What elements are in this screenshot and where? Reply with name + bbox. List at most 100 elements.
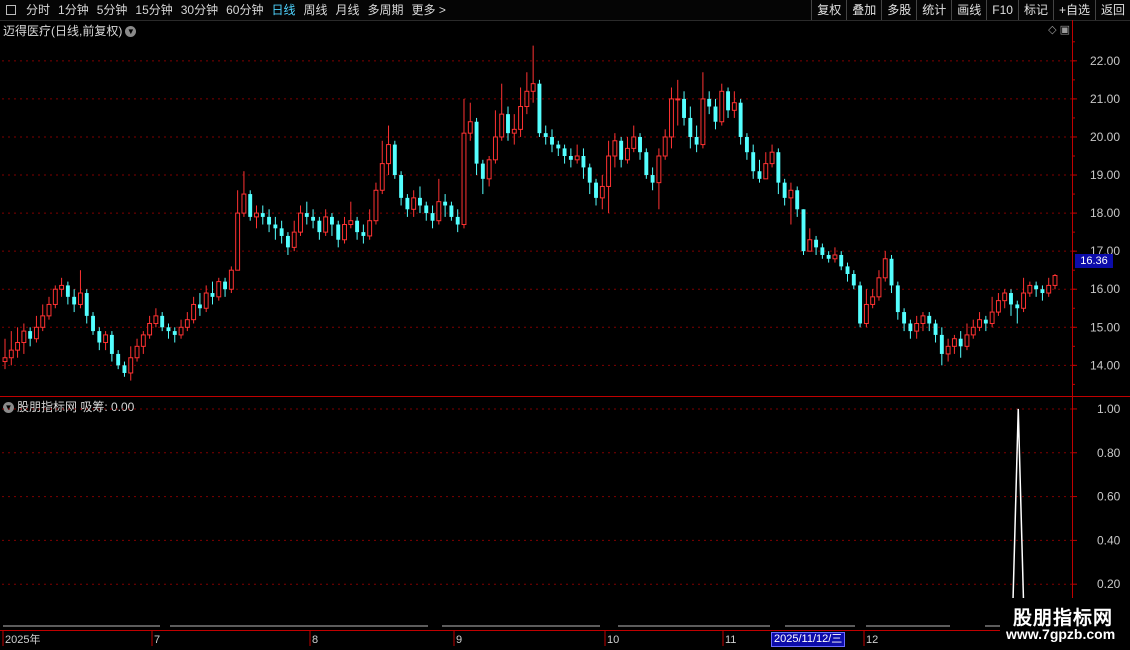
candle (707, 91, 712, 115)
candle-body (631, 136, 637, 149)
candle-body (480, 163, 485, 179)
candle (731, 91, 737, 118)
candle (317, 216, 322, 240)
candle (970, 319, 976, 339)
candle-body (700, 98, 706, 146)
candle-body (556, 144, 561, 149)
candle-body (486, 159, 492, 180)
candle (52, 285, 58, 309)
candle (103, 331, 109, 351)
candle-body (317, 220, 322, 233)
candle (682, 91, 686, 126)
candle (241, 171, 247, 217)
candle-body (72, 296, 77, 305)
candle (788, 182, 794, 225)
candle (210, 281, 215, 305)
candle-body (443, 201, 448, 206)
candle-body (399, 175, 404, 198)
candle (832, 247, 838, 263)
candle-body (511, 128, 517, 134)
candle (379, 140, 385, 195)
candle (97, 327, 102, 351)
candle (197, 293, 202, 316)
indicator-grid (2, 408, 1072, 585)
candle (298, 205, 303, 236)
candle-body (707, 98, 712, 107)
candle (40, 304, 46, 332)
candle-body (298, 212, 303, 233)
candle (480, 159, 485, 195)
candle (449, 201, 454, 221)
candle (116, 350, 121, 370)
candle-body (128, 357, 134, 374)
candle-body (147, 322, 153, 336)
candle-body (304, 213, 309, 217)
candle (713, 98, 718, 130)
candle (228, 266, 234, 294)
candle-body (65, 285, 70, 297)
candle (430, 205, 435, 229)
candle (367, 209, 373, 240)
candle (669, 87, 674, 149)
candle (46, 296, 52, 320)
candle-body (449, 205, 454, 217)
candle (178, 319, 184, 339)
candle (606, 140, 612, 214)
candle (562, 144, 567, 164)
candle (594, 178, 598, 206)
candle-body (506, 114, 510, 134)
candle-body (543, 133, 548, 137)
candle-body (669, 98, 674, 138)
candle (945, 338, 951, 362)
candle-body (719, 90, 725, 123)
candle (599, 175, 605, 210)
candle-body (587, 167, 592, 183)
indicator-tick-label: 0.20 (1097, 577, 1121, 591)
candle (386, 125, 391, 176)
candle (361, 224, 366, 244)
candle (719, 83, 725, 126)
candle-body (279, 228, 284, 236)
candle-body (1034, 285, 1039, 290)
candle-body (172, 331, 177, 335)
candle (995, 293, 1001, 316)
kline-chart[interactable]: 22.0021.0020.0019.0018.0017.0016.0015.00… (0, 0, 1130, 650)
candle-body (970, 326, 976, 336)
price-tick-label: 18.00 (1090, 206, 1120, 220)
candle (863, 289, 869, 328)
candle (738, 98, 743, 145)
candle-body (361, 232, 366, 236)
indicator-tick-label: 0.60 (1097, 490, 1121, 504)
candle-body (744, 136, 749, 153)
candle-body (977, 319, 983, 328)
candle-body (863, 303, 869, 324)
candle (612, 133, 618, 168)
indicator-lines (3, 408, 1072, 629)
candle (1040, 285, 1045, 301)
candle (418, 186, 422, 214)
candle (248, 190, 253, 221)
candle (858, 281, 863, 328)
candle-body (964, 334, 970, 347)
candle (109, 331, 114, 362)
indicator-tick-label: 0.80 (1097, 446, 1121, 460)
candle-body (763, 163, 769, 180)
time-label: 7 (154, 634, 160, 646)
candle (436, 178, 442, 225)
candle-body (662, 136, 668, 157)
candle-body (140, 334, 146, 347)
candle (795, 186, 800, 217)
candle-body (619, 140, 624, 160)
candle (977, 312, 983, 332)
candle-body (203, 292, 209, 309)
candle (84, 289, 89, 324)
candle-body (216, 281, 222, 298)
candle-body (644, 152, 649, 176)
candle-body (430, 213, 435, 221)
candle-body (738, 102, 743, 137)
candle-body (241, 193, 247, 214)
candle (1021, 277, 1027, 313)
candle-body (405, 197, 410, 210)
candle (65, 281, 70, 305)
cursor-date-tag: 2025/11/12/三 (771, 632, 846, 647)
